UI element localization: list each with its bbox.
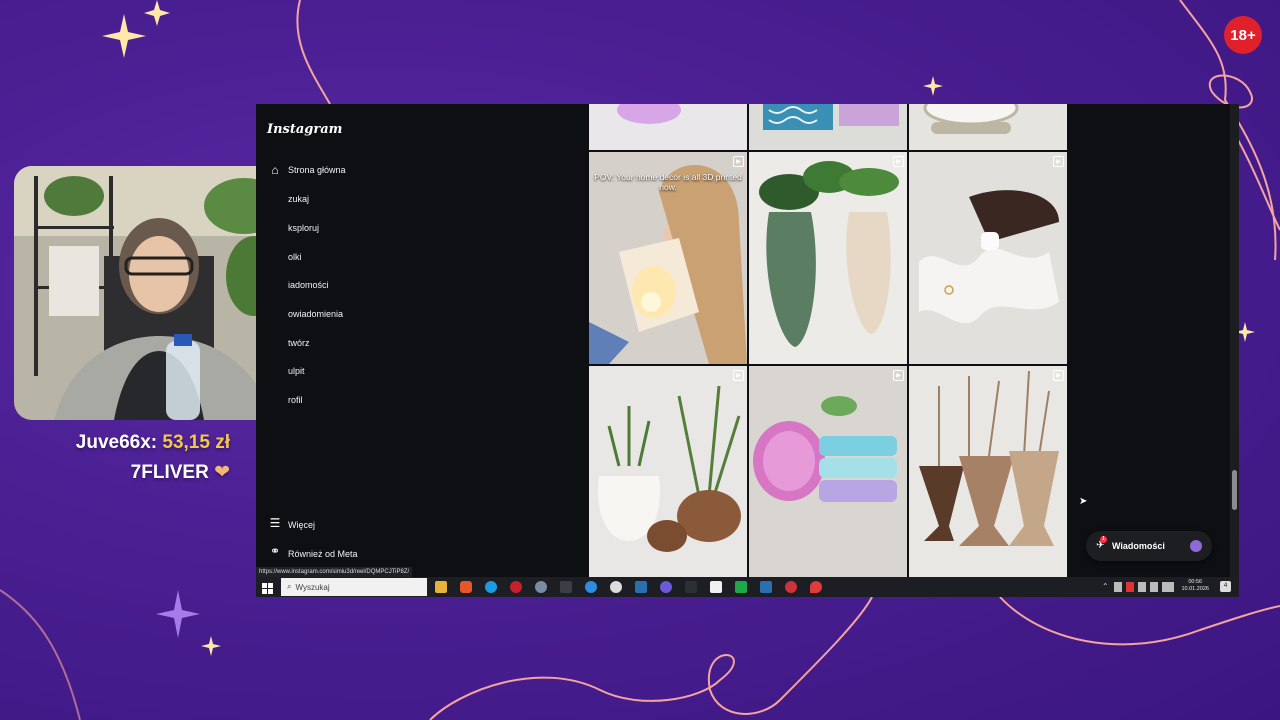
chrome-icon[interactable] xyxy=(610,581,622,593)
app-icon-globe[interactable] xyxy=(535,581,547,593)
taskbar-search-placeholder: Wyszukaj xyxy=(295,582,330,592)
heart-icon: ❤ xyxy=(214,462,230,483)
reel-icon: ▶ xyxy=(1053,156,1064,167)
instagram-logo[interactable]: Instagram xyxy=(267,122,342,137)
donation-amount: 53,15 zł xyxy=(162,432,230,453)
nav-item-explore[interactable]: ksploruj xyxy=(288,223,319,233)
grid-tile-planters[interactable]: ▶ xyxy=(589,366,747,578)
webcam-feed xyxy=(14,166,292,420)
messages-label: Wiadomości xyxy=(1112,541,1165,551)
system-tray-icons[interactable] xyxy=(1114,582,1174,592)
grid-tile-vases-green[interactable]: ▶ xyxy=(749,152,907,364)
grid-tile-reel-lamp[interactable]: POV: Your home decor is all 3D printed n… xyxy=(589,152,747,364)
nav-item-profile[interactable]: rofil xyxy=(288,395,303,405)
taskbar-search-input[interactable]: ⌕ Wyszukaj xyxy=(281,578,427,596)
notification-center-icon[interactable]: 4 xyxy=(1220,581,1231,592)
file-explorer-icon[interactable] xyxy=(435,581,447,593)
brave-browser-icon[interactable] xyxy=(460,581,472,593)
nav-item-reels[interactable]: olki xyxy=(288,252,302,262)
age-rating-badge: 18+ xyxy=(1224,16,1262,54)
shared-screen: Instagram ⌂ Strona główna zukaj ksploruj… xyxy=(256,104,1239,597)
explore-grid: POV: Your home decor is all 3D printed n… xyxy=(589,104,1067,578)
nav-item-create[interactable]: twórz xyxy=(288,338,310,348)
nav-item-search[interactable]: zukaj xyxy=(288,194,309,204)
app-icon-green[interactable] xyxy=(735,581,747,593)
grid-tile-wave-tray[interactable]: ▶ xyxy=(909,152,1067,364)
page-scrollbar[interactable] xyxy=(1230,104,1239,577)
reel-icon: ▶ xyxy=(893,156,904,167)
meta-icon[interactable]: ⚭ xyxy=(268,544,282,558)
clock-date: 10.01.2026 xyxy=(1181,586,1209,592)
app-icon-white[interactable] xyxy=(710,581,722,593)
opera-icon[interactable] xyxy=(510,581,522,593)
map-pin-icon[interactable] xyxy=(810,581,822,593)
app-icon-purple[interactable] xyxy=(660,581,672,593)
grid-tile[interactable] xyxy=(909,104,1067,150)
grid-tile-dried-flowers[interactable]: ▶ xyxy=(909,366,1067,578)
menu-icon[interactable]: ☰ xyxy=(268,516,282,530)
notification-count: 4 xyxy=(1223,583,1228,589)
nav-item-home[interactable]: Strona główna xyxy=(288,165,346,175)
reel-caption: POV: Your home decor is all 3D printed n… xyxy=(594,172,742,192)
donor-name-2: 7FLIVER xyxy=(130,462,209,483)
grid-tile[interactable] xyxy=(589,104,747,150)
messages-button[interactable]: ✈ 1 Wiadomości xyxy=(1086,531,1212,561)
edge-browser-icon[interactable] xyxy=(485,581,497,593)
status-bar-url: https://www.instagram.com/simiu3d/reel/D… xyxy=(256,567,413,577)
nav-item-messages[interactable]: iadomości xyxy=(288,280,329,290)
steam-icon[interactable] xyxy=(635,581,647,593)
reel-icon: ▶ xyxy=(893,370,904,381)
nav-item-more[interactable]: Więcej xyxy=(288,520,315,530)
taskbar-clock[interactable]: 00:56 10.01.2026 xyxy=(1181,579,1209,593)
grid-tile[interactable] xyxy=(749,104,907,150)
donor-name: Juve66x: xyxy=(75,432,158,453)
windows-start-icon[interactable] xyxy=(262,581,273,594)
grid-tile-coasters[interactable]: ▶ xyxy=(749,366,907,578)
unread-badge: 1 xyxy=(1100,536,1107,543)
app-icon-red[interactable] xyxy=(785,581,797,593)
terminal-icon[interactable] xyxy=(685,581,697,593)
clock-time: 00:56 xyxy=(1188,579,1203,585)
nav-item-also-from-meta[interactable]: Również od Meta xyxy=(288,549,358,559)
reel-icon: ▶ xyxy=(733,370,744,381)
home-icon[interactable]: ⌂ xyxy=(268,163,282,177)
steam-icon-2[interactable] xyxy=(760,581,772,593)
donation-alert: Juve66x: 53,15 zł 7FLIVER ❤ xyxy=(76,428,230,488)
tray-chevron-up-icon[interactable]: ⌃ xyxy=(1102,582,1109,591)
mouse-cursor-icon: ➤ xyxy=(1079,496,1088,507)
reel-icon: ▶ xyxy=(733,156,744,167)
avatar xyxy=(1190,540,1202,552)
reel-icon: ▶ xyxy=(1053,370,1064,381)
windows-taskbar: ⌕ Wyszukaj ⌃ 00:56 10.01.2026 4 xyxy=(256,577,1239,597)
nav-item-notifications[interactable]: owiadomienia xyxy=(288,309,343,319)
app-icon-epic[interactable] xyxy=(560,581,572,593)
scrollbar-thumb[interactable] xyxy=(1232,470,1237,510)
app-icon-blue[interactable] xyxy=(585,581,597,593)
search-icon: ⌕ xyxy=(287,582,292,591)
nav-item-dashboard[interactable]: ulpit xyxy=(288,366,305,376)
